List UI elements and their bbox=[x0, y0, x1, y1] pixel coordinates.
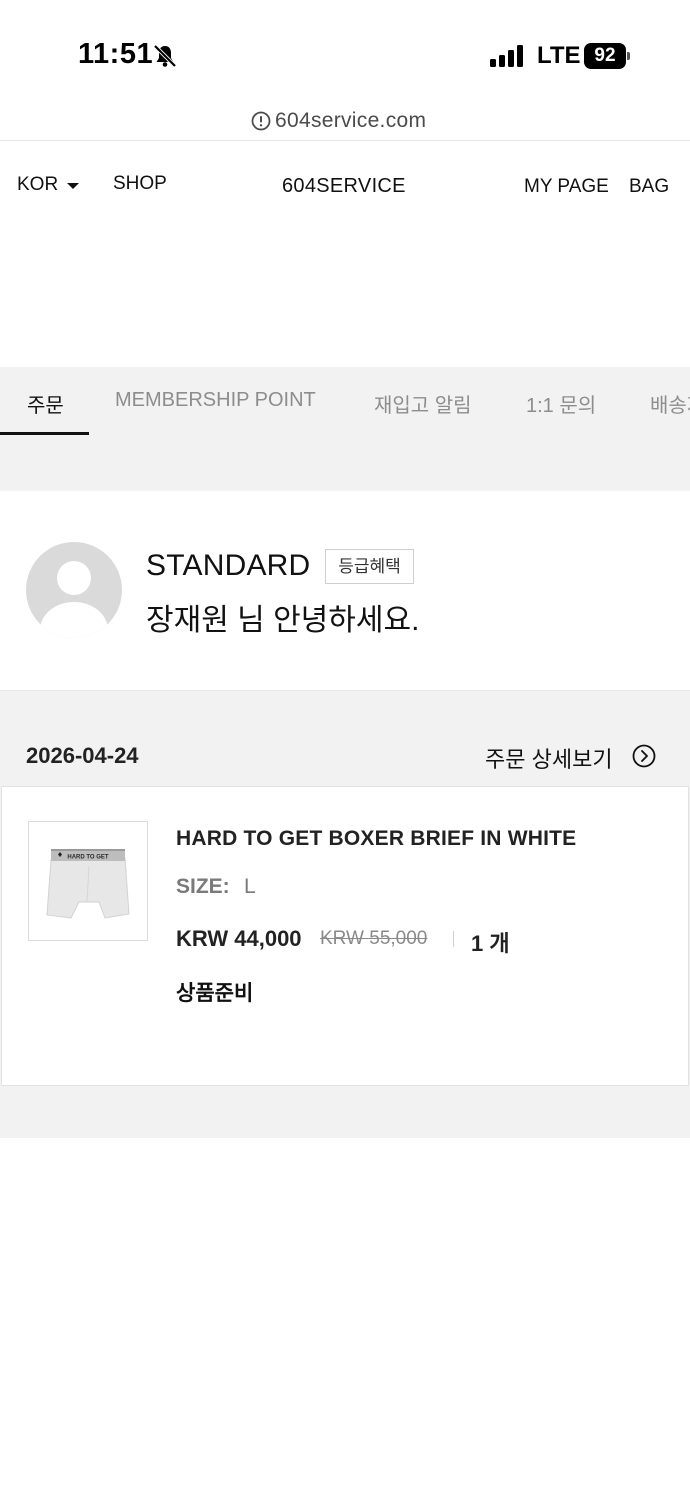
quantity: 1 개 bbox=[471, 931, 510, 956]
signal-icon bbox=[490, 45, 523, 67]
boxer-brief-image: HARD TO GET bbox=[46, 849, 130, 919]
site-logo[interactable]: 604SERVICE bbox=[282, 175, 406, 198]
site-header: KOR SHOP 604SERVICE MY PAGE BAG bbox=[0, 141, 690, 231]
avatar bbox=[26, 542, 122, 638]
clock: 11:51 bbox=[78, 38, 154, 70]
caret-down-icon[interactable] bbox=[66, 182, 80, 190]
user-silhouette-icon bbox=[40, 561, 108, 638]
nav-bag-link[interactable]: BAG bbox=[629, 176, 669, 198]
status-bar: 11:51 LTE 92 bbox=[0, 0, 690, 100]
order-detail-link[interactable]: 주문 상세보기 bbox=[485, 742, 613, 774]
network-type: LTE bbox=[537, 42, 581, 69]
order-item-card[interactable]: HARD TO GET HARD TO GET BOXER BRIEF IN W… bbox=[1, 786, 689, 1086]
info-icon bbox=[251, 111, 271, 131]
greeting-text: 장재원 님 안녕하세요. bbox=[146, 604, 420, 637]
tab-membership-point[interactable]: MEMBERSHIP POINT bbox=[115, 389, 316, 412]
tab-order[interactable]: 주문 bbox=[27, 389, 64, 418]
sale-price: KRW 44,000 bbox=[176, 926, 302, 951]
bell-muted-icon bbox=[153, 44, 177, 68]
nav-shop-link[interactable]: SHOP bbox=[113, 173, 167, 195]
battery-icon: 92 bbox=[584, 43, 630, 69]
original-price: KRW 55,000 bbox=[320, 928, 428, 949]
mypage-tabs: 주문 MEMBERSHIP POINT 재입고 알림 1:1 문의 배송지 bbox=[0, 367, 690, 436]
section-spacer bbox=[0, 436, 690, 491]
size-label: SIZE: bbox=[176, 875, 230, 898]
tab-restock-alert[interactable]: 재입고 알림 bbox=[374, 389, 472, 418]
profile-section: STANDARD 등급혜택 장재원 님 안녕하세요. bbox=[0, 491, 690, 691]
thumb-waistband-text: HARD TO GET bbox=[67, 855, 109, 861]
chevron-right-circle-icon[interactable] bbox=[632, 744, 656, 768]
tab-delivery-address[interactable]: 배송지 bbox=[650, 389, 690, 418]
url-text[interactable]: 604service.com bbox=[275, 109, 426, 133]
grade-benefit-button[interactable]: 등급혜택 bbox=[325, 549, 414, 584]
language-selector[interactable]: KOR bbox=[17, 174, 58, 196]
page: 11:51 LTE 92 604service.com KOR SHOP 604… bbox=[0, 0, 690, 1500]
battery-level: 92 bbox=[584, 43, 626, 69]
product-name[interactable]: HARD TO GET BOXER BRIEF IN WHITE bbox=[176, 827, 576, 851]
address-bar[interactable]: 604service.com bbox=[0, 100, 690, 141]
size-value: L bbox=[244, 875, 256, 898]
nav-my-page-link[interactable]: MY PAGE bbox=[524, 176, 609, 198]
order-section: 2026-04-24 주문 상세보기 HARD TO GET HARD TO G… bbox=[0, 691, 690, 1138]
active-tab-indicator bbox=[0, 432, 89, 435]
order-date: 2026-04-24 bbox=[26, 743, 139, 768]
product-thumbnail[interactable]: HARD TO GET bbox=[28, 821, 148, 941]
battery-tip bbox=[627, 52, 630, 60]
membership-grade: STANDARD bbox=[146, 549, 311, 582]
price-quantity-divider bbox=[453, 931, 454, 947]
tab-inquiry[interactable]: 1:1 문의 bbox=[526, 389, 596, 418]
order-status: 상품준비 bbox=[176, 982, 254, 1005]
